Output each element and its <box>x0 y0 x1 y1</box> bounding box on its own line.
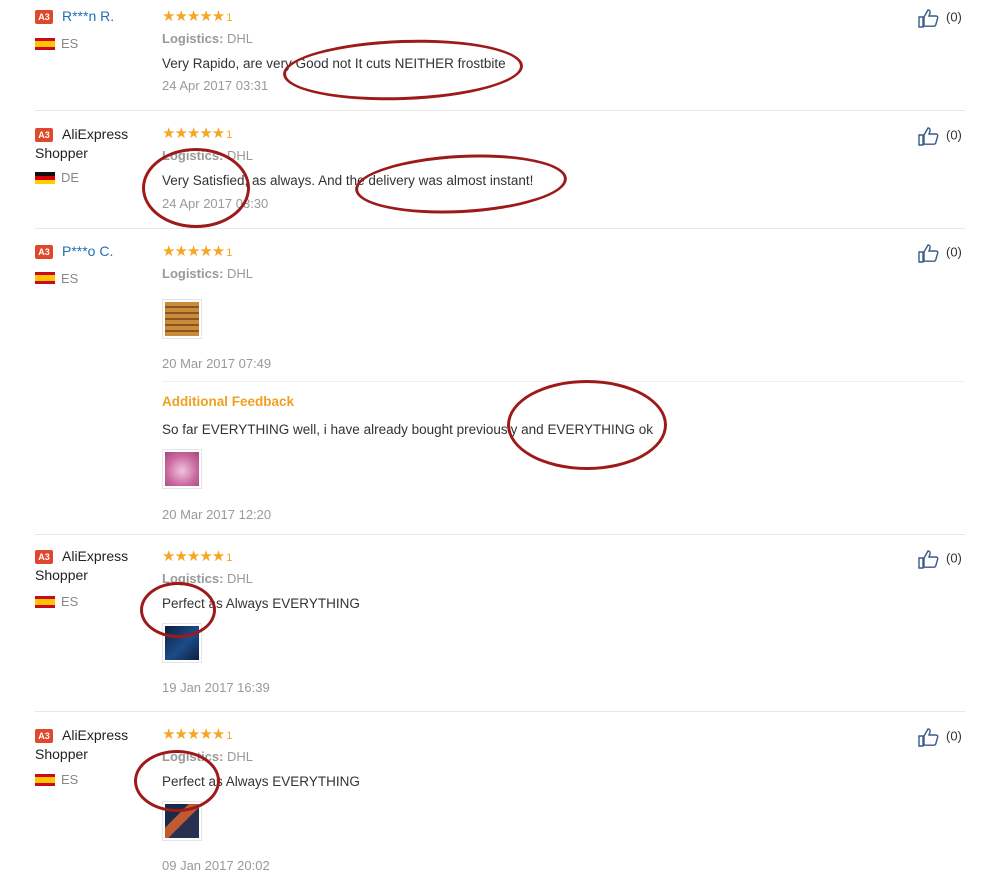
buyer-level-badge: A3 <box>35 10 53 24</box>
thumbs-up-icon <box>918 9 939 28</box>
review-separator <box>35 711 965 712</box>
rating-stars: ★★★★★ <box>162 243 225 260</box>
rating-stars: ★★★★★ <box>162 548 225 565</box>
thumbs-up-icon <box>918 728 939 747</box>
logistics-info: Logistics: DHL <box>162 571 253 586</box>
review-text: Very Rapido, are very Good not It cuts N… <box>162 56 506 71</box>
review-item: A3 AliExpress Shopper ES ★★★★★ 1 Logistic… <box>35 718 965 880</box>
review-photo[interactable] <box>162 623 202 663</box>
logistics-value: DHL <box>227 266 254 281</box>
review-separator <box>35 110 965 111</box>
reviewer-name: AliExpress Shopper <box>35 727 129 762</box>
like-count: (0) <box>946 127 962 143</box>
logistics-label: Logistics: <box>162 148 224 163</box>
like-button[interactable]: (0) <box>918 126 962 146</box>
like-count: (0) <box>946 728 962 744</box>
logistics-info: Logistics: DHL <box>162 148 253 163</box>
country-flag-icon <box>35 596 55 608</box>
review-item: A3 P***o C. ES ★★★★★ 1 Logistics: DHL 20 … <box>35 234 965 534</box>
review-photo[interactable] <box>162 449 202 489</box>
review-photo-image <box>165 804 199 838</box>
reviewer-name: AliExpress Shopper <box>35 548 129 583</box>
review-text: Perfect as Always EVERYTHING <box>162 596 360 611</box>
country-code: ES <box>61 271 79 286</box>
review-photo[interactable] <box>162 801 202 841</box>
star-rating: ★★★★★ 1 <box>162 9 232 26</box>
like-button[interactable]: (0) <box>918 549 962 569</box>
rating-stars: ★★★★★ <box>162 8 225 25</box>
country-code: ES <box>61 36 79 51</box>
additional-feedback-separator <box>162 381 965 382</box>
review-photo-image <box>165 302 199 336</box>
logistics-value: DHL <box>227 749 254 764</box>
country-flag-icon <box>35 38 55 50</box>
country-flag-icon <box>35 774 55 786</box>
review-item: A3 AliExpress Shopper DE ★★★★★ 1 Logistic… <box>35 117 965 227</box>
rating-stars: ★★★★★ <box>162 726 225 743</box>
review-separator <box>35 228 965 229</box>
star-rating: ★★★★★ 1 <box>162 549 232 566</box>
rating-suffix: 1 <box>226 12 233 24</box>
like-count: (0) <box>946 550 962 566</box>
logistics-label: Logistics: <box>162 571 224 586</box>
country-code: ES <box>61 772 79 787</box>
country-code: DE <box>61 170 80 185</box>
review-separator <box>35 534 965 535</box>
rating-suffix: 1 <box>226 730 233 742</box>
review-photo-image <box>165 452 199 486</box>
like-button[interactable]: (0) <box>918 727 962 747</box>
logistics-info: Logistics: DHL <box>162 31 253 46</box>
additional-feedback-date: 20 Mar 2017 12:20 <box>162 507 272 522</box>
logistics-value: DHL <box>227 148 254 163</box>
review-date: 09 Jan 2017 20:02 <box>162 858 270 873</box>
logistics-label: Logistics: <box>162 266 224 281</box>
like-count: (0) <box>946 9 962 25</box>
review-date: 19 Jan 2017 16:39 <box>162 680 270 695</box>
like-button[interactable]: (0) <box>918 8 962 28</box>
reviewer-name-link[interactable]: P***o C. <box>62 242 113 261</box>
review-text: Perfect as Always EVERYTHING <box>162 774 360 789</box>
rating-suffix: 1 <box>226 129 233 141</box>
country-flag-icon <box>35 272 55 284</box>
thumbs-up-icon <box>918 550 939 569</box>
rating-suffix: 1 <box>226 552 233 564</box>
additional-feedback-text: So far EVERYTHING well, i have already b… <box>162 422 653 437</box>
review-photo[interactable] <box>162 299 202 339</box>
logistics-label: Logistics: <box>162 31 224 46</box>
logistics-value: DHL <box>227 571 254 586</box>
review-item: A3 AliExpress Shopper ES ★★★★★ 1 Logistic… <box>35 540 965 710</box>
rating-stars: ★★★★★ <box>162 125 225 142</box>
star-rating: ★★★★★ 1 <box>162 126 232 143</box>
logistics-label: Logistics: <box>162 749 224 764</box>
country-code: ES <box>61 594 79 609</box>
review-item: A3 R***n R. ES ★★★★★ 1 Logistics: DHL Ver… <box>35 0 965 110</box>
review-text: Very Satisfied, as always. And the deliv… <box>162 173 534 188</box>
reviewer-name-link[interactable]: R***n R. <box>62 7 114 26</box>
buyer-level-badge: A3 <box>35 245 53 259</box>
star-rating: ★★★★★ 1 <box>162 727 232 744</box>
review-date: 24 Apr 2017 03:30 <box>162 196 269 211</box>
logistics-info: Logistics: DHL <box>162 266 253 281</box>
logistics-info: Logistics: DHL <box>162 749 253 764</box>
thumbs-up-icon <box>918 244 939 263</box>
like-count: (0) <box>946 244 962 260</box>
additional-feedback-title: Additional Feedback <box>162 394 295 409</box>
thumbs-up-icon <box>918 127 939 146</box>
rating-suffix: 1 <box>226 247 233 259</box>
reviewer-name: AliExpress Shopper <box>35 126 129 161</box>
review-date: 24 Apr 2017 03:31 <box>162 78 269 93</box>
review-photo-image <box>165 626 199 660</box>
star-rating: ★★★★★ 1 <box>162 244 232 261</box>
logistics-value: DHL <box>227 31 254 46</box>
country-flag-icon <box>35 172 55 184</box>
like-button[interactable]: (0) <box>918 243 962 263</box>
review-date: 20 Mar 2017 07:49 <box>162 356 272 371</box>
